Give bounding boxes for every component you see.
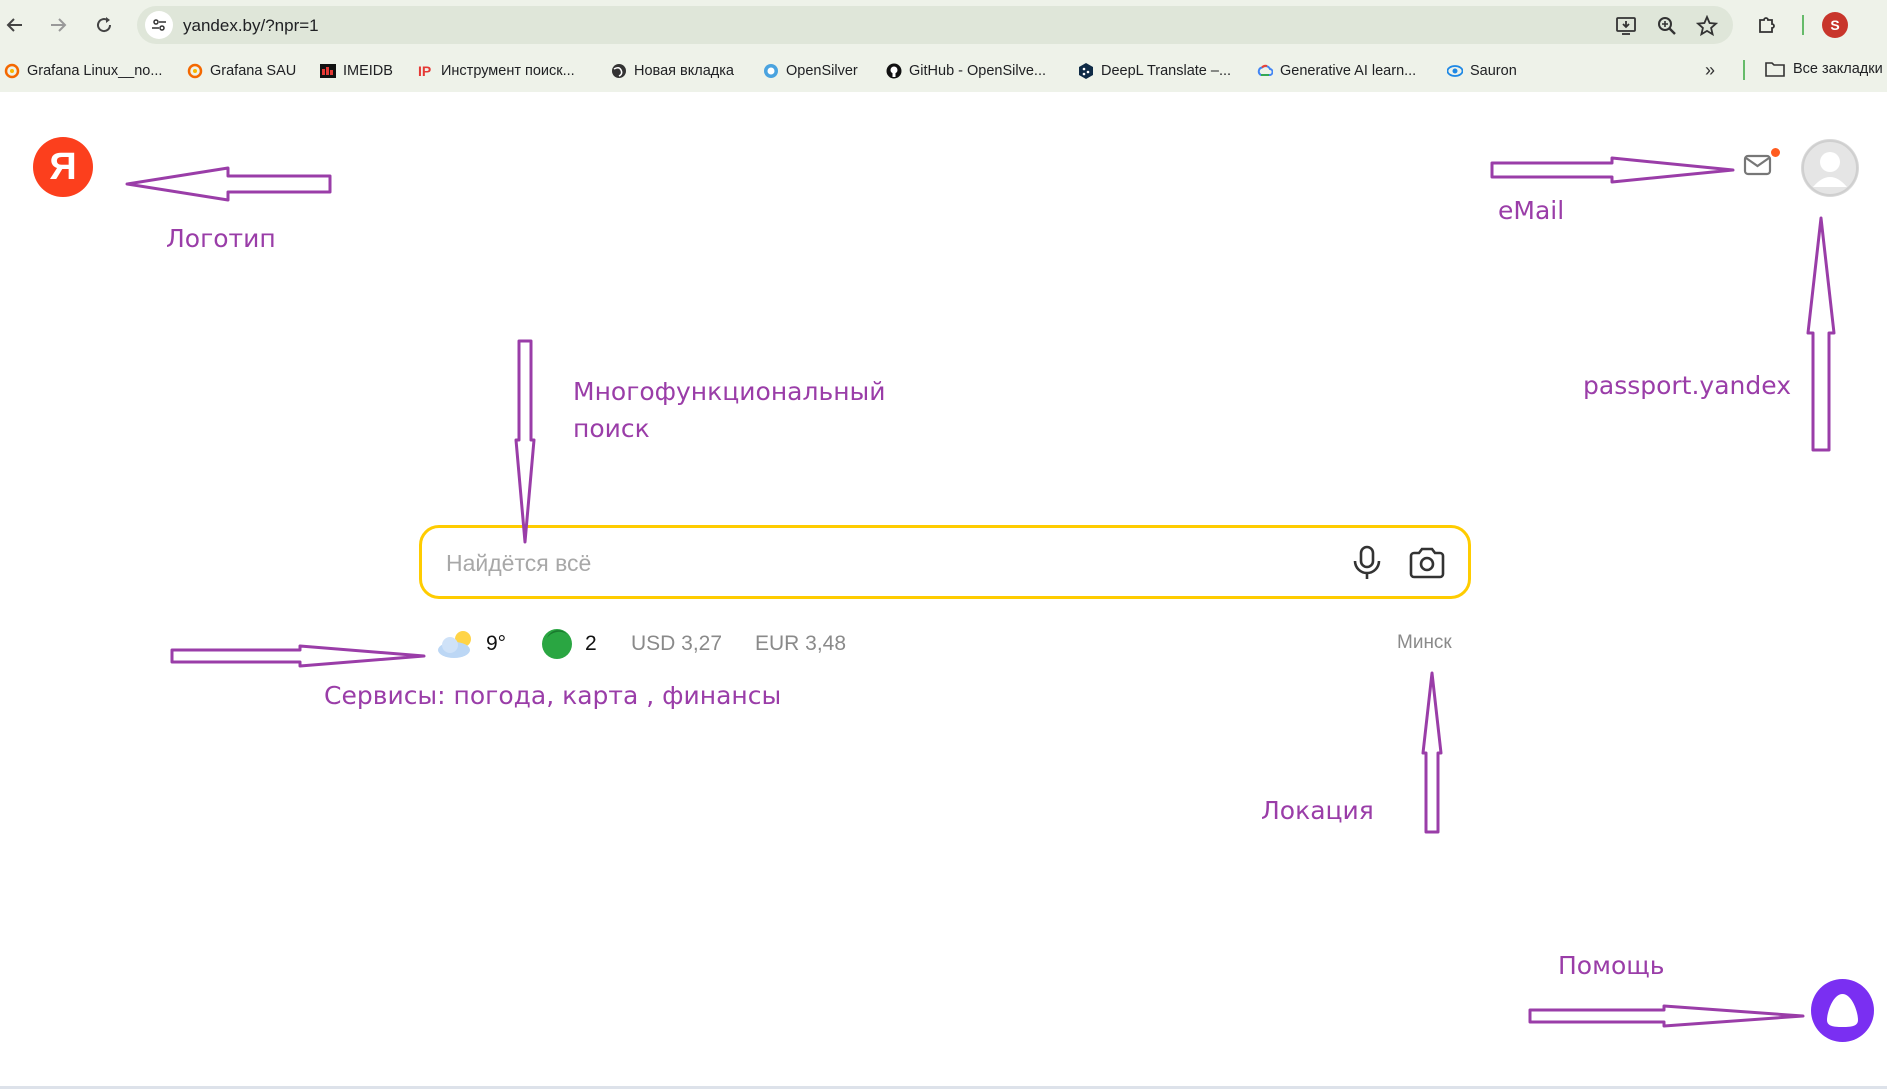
yandex-logo[interactable]: Я (33, 137, 93, 197)
search-input[interactable] (444, 544, 1328, 582)
bookmark-imeidb[interactable]: IMEIDB (320, 61, 393, 81)
sauron-icon (1447, 65, 1463, 77)
page-bottom-border (0, 1086, 1887, 1089)
google-cloud-icon (1257, 64, 1273, 76)
reload-button[interactable] (90, 11, 118, 39)
annotation-email: eMail (1498, 196, 1565, 225)
arrow-left-icon (6, 18, 22, 32)
url-text[interactable]: yandex.by/?npr=1 (183, 16, 319, 36)
user-avatar[interactable] (1801, 139, 1859, 197)
bookmark-github-opensilver[interactable]: GitHub - OpenSilve... (886, 61, 1046, 81)
bookmark-label: Инструмент поиск... (441, 63, 575, 79)
more-bookmarks-button[interactable]: » (1705, 60, 1715, 81)
annotation-passport: passport.yandex (1583, 371, 1791, 400)
globe-icon (612, 64, 626, 78)
bookmark-label: Grafana SAU (210, 63, 297, 79)
grafana-icon (187, 63, 203, 79)
annotation-location: Локация (1261, 796, 1374, 825)
profile-avatar[interactable]: S (1822, 12, 1848, 38)
bookmark-label: OpenSilver (786, 63, 858, 79)
zoom-button[interactable] (1655, 14, 1679, 38)
puzzle-icon (1759, 17, 1775, 33)
email-arrow (1490, 156, 1735, 184)
bookmark-label: Grafana Linux__no... (27, 63, 163, 79)
opensilver-icon (764, 64, 778, 78)
back-button[interactable] (1, 11, 29, 39)
extensions-button[interactable] (1753, 11, 1781, 39)
reload-icon (97, 17, 112, 33)
bookmark-label: Sauron (1470, 63, 1517, 79)
annotation-help: Помощь (1558, 951, 1665, 980)
svg-text:IP: IP (418, 63, 431, 79)
bookmark-new-tab[interactable]: Новая вкладка (611, 61, 734, 81)
annotation-services: Сервисы: погода, карта , финансы (324, 681, 782, 710)
github-icon (886, 63, 902, 79)
all-bookmarks-button[interactable]: Все закладки (1765, 61, 1883, 77)
bookmark-generative-ai[interactable]: Generative AI learn... (1257, 61, 1416, 81)
city-location[interactable]: Минск (1397, 632, 1452, 654)
forward-button[interactable] (44, 11, 72, 39)
bookmark-deepl[interactable]: DeepL Translate –... (1078, 61, 1231, 81)
star-icon (1696, 15, 1718, 37)
bookmarks-bar: Grafana Linux__no... Grafana SAU IMEIDB … (0, 50, 1887, 92)
location-arrow (1421, 671, 1443, 834)
browser-toolbar: yandex.by/?npr=1 S (0, 0, 1887, 50)
grafana-icon (4, 63, 20, 79)
install-icon (1616, 17, 1636, 35)
deepl-icon (1079, 63, 1093, 79)
weather-temperature: 9° (486, 632, 507, 655)
bookmark-label: Generative AI learn... (1280, 63, 1417, 79)
arrow-right-icon (51, 18, 67, 32)
site-info-button[interactable] (145, 11, 173, 39)
bookmark-label: GitHub - OpenSilve... (909, 63, 1046, 79)
usd-rate[interactable]: USD 3,27 (631, 628, 722, 660)
zoom-icon (1658, 17, 1676, 35)
bookmark-label: DeepL Translate –... (1101, 63, 1232, 79)
ip-icon: IP (418, 63, 431, 79)
toolbar-divider (1802, 15, 1804, 35)
user-silhouette-icon (1802, 140, 1858, 196)
mail-icon[interactable] (1742, 152, 1774, 178)
bookmark-opensilver[interactable]: OpenSilver (763, 61, 858, 81)
bookmark-sauron[interactable]: Sauron (1447, 61, 1517, 81)
traffic-score: 2 (585, 632, 597, 655)
traffic-widget[interactable]: 2 (541, 628, 597, 660)
alice-icon (1827, 994, 1858, 1027)
annotation-search-line2: поиск (573, 414, 650, 443)
annotation-logo: Логотип (166, 224, 276, 253)
search-arrow (514, 339, 536, 544)
bookmark-grafana-sau[interactable]: Grafana SAU (187, 61, 296, 81)
install-app-button[interactable] (1614, 14, 1638, 38)
tune-icon (152, 19, 166, 31)
annotation-search-line1: Многофункциональный (573, 377, 886, 406)
imeidb-icon (320, 64, 336, 78)
all-bookmarks-label: Все закладки (1793, 61, 1883, 77)
folder-icon (1765, 62, 1785, 77)
alice-assistant-button[interactable] (1811, 979, 1874, 1042)
bookmark-label: IMEIDB (343, 63, 393, 79)
logo-arrow (125, 166, 332, 202)
passport-arrow (1806, 216, 1836, 452)
bookmark-ip-search[interactable]: IP Инструмент поиск... (418, 61, 575, 81)
eur-rate[interactable]: EUR 3,48 (755, 628, 846, 660)
bookmarks-divider (1743, 60, 1745, 80)
camera-search-icon[interactable] (1407, 546, 1447, 580)
search-box (419, 525, 1471, 599)
bookmark-grafana-linux[interactable]: Grafana Linux__no... (4, 61, 162, 81)
bookmark-star-button[interactable] (1695, 14, 1719, 38)
cloud-sun-icon (438, 631, 471, 658)
bookmark-label: Новая вкладка (634, 63, 734, 79)
microphone-icon[interactable] (1350, 545, 1384, 581)
weather-widget[interactable]: 9° (436, 628, 506, 660)
help-arrow (1528, 1004, 1805, 1028)
traffic-level-icon (542, 629, 572, 659)
services-arrow (170, 644, 426, 668)
address-bar[interactable]: yandex.by/?npr=1 (137, 6, 1733, 44)
mail-notification-dot (1771, 148, 1780, 157)
